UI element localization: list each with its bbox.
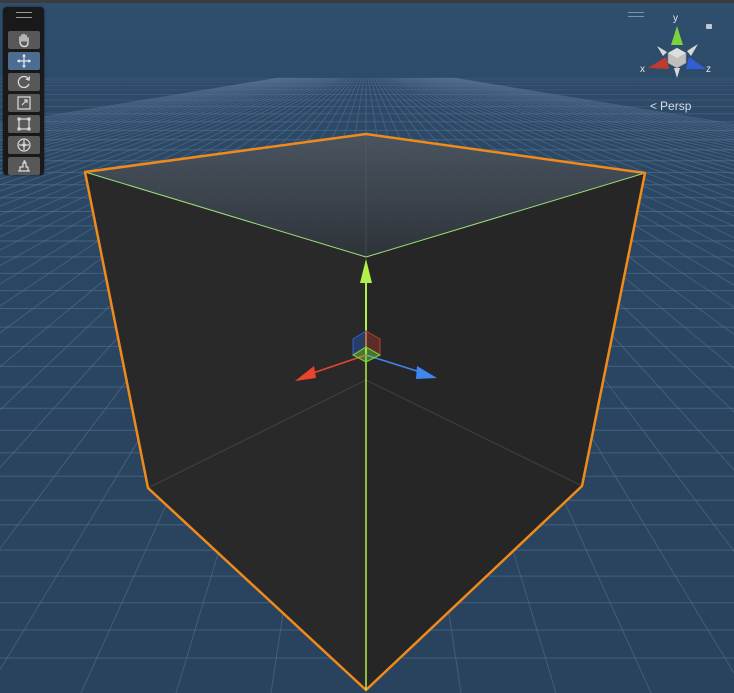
- transform-icon: [17, 138, 31, 152]
- gizmo-neg-z-cone[interactable]: [657, 46, 667, 56]
- scale-tool-button[interactable]: [8, 94, 40, 112]
- tools-overlay[interactable]: [3, 7, 44, 175]
- gizmo-y-cone[interactable]: [671, 26, 683, 45]
- move-icon: [17, 54, 31, 68]
- rotate-icon: [17, 75, 31, 89]
- top-border: [0, 0, 734, 3]
- scale-icon: [17, 96, 31, 110]
- rect-transform-icon: [17, 117, 31, 131]
- transform-tool-button[interactable]: [8, 136, 40, 154]
- gizmo-z-label: z: [706, 64, 711, 75]
- custom-tool-button[interactable]: [8, 157, 40, 175]
- gizmo-neg-y-cone[interactable]: [674, 68, 680, 78]
- hand-icon: [19, 33, 29, 48]
- toolbar-grip-icon[interactable]: [16, 12, 32, 18]
- chevron-left-icon: <: [650, 99, 658, 113]
- projection-toggle[interactable]: < Persp: [650, 99, 691, 113]
- orientation-gizmo[interactable]: [640, 12, 730, 92]
- move-tool-button[interactable]: [8, 52, 40, 70]
- gizmo-x-label: x: [640, 64, 645, 75]
- custom-tool-icon: [18, 160, 30, 172]
- scene-viewport[interactable]: y x z < Persp: [0, 0, 734, 693]
- gizmo-y-label: y: [673, 13, 678, 24]
- gizmo-z-cone[interactable]: [686, 57, 706, 69]
- gizmo-neg-x-cone[interactable]: [687, 44, 698, 56]
- rect-tool-button[interactable]: [8, 115, 40, 133]
- gizmo-x-cone[interactable]: [648, 57, 669, 69]
- projection-label: Persp: [660, 99, 692, 113]
- scene-canvas[interactable]: [0, 0, 734, 693]
- rotate-tool-button[interactable]: [8, 73, 40, 91]
- hand-tool-button[interactable]: [8, 31, 40, 49]
